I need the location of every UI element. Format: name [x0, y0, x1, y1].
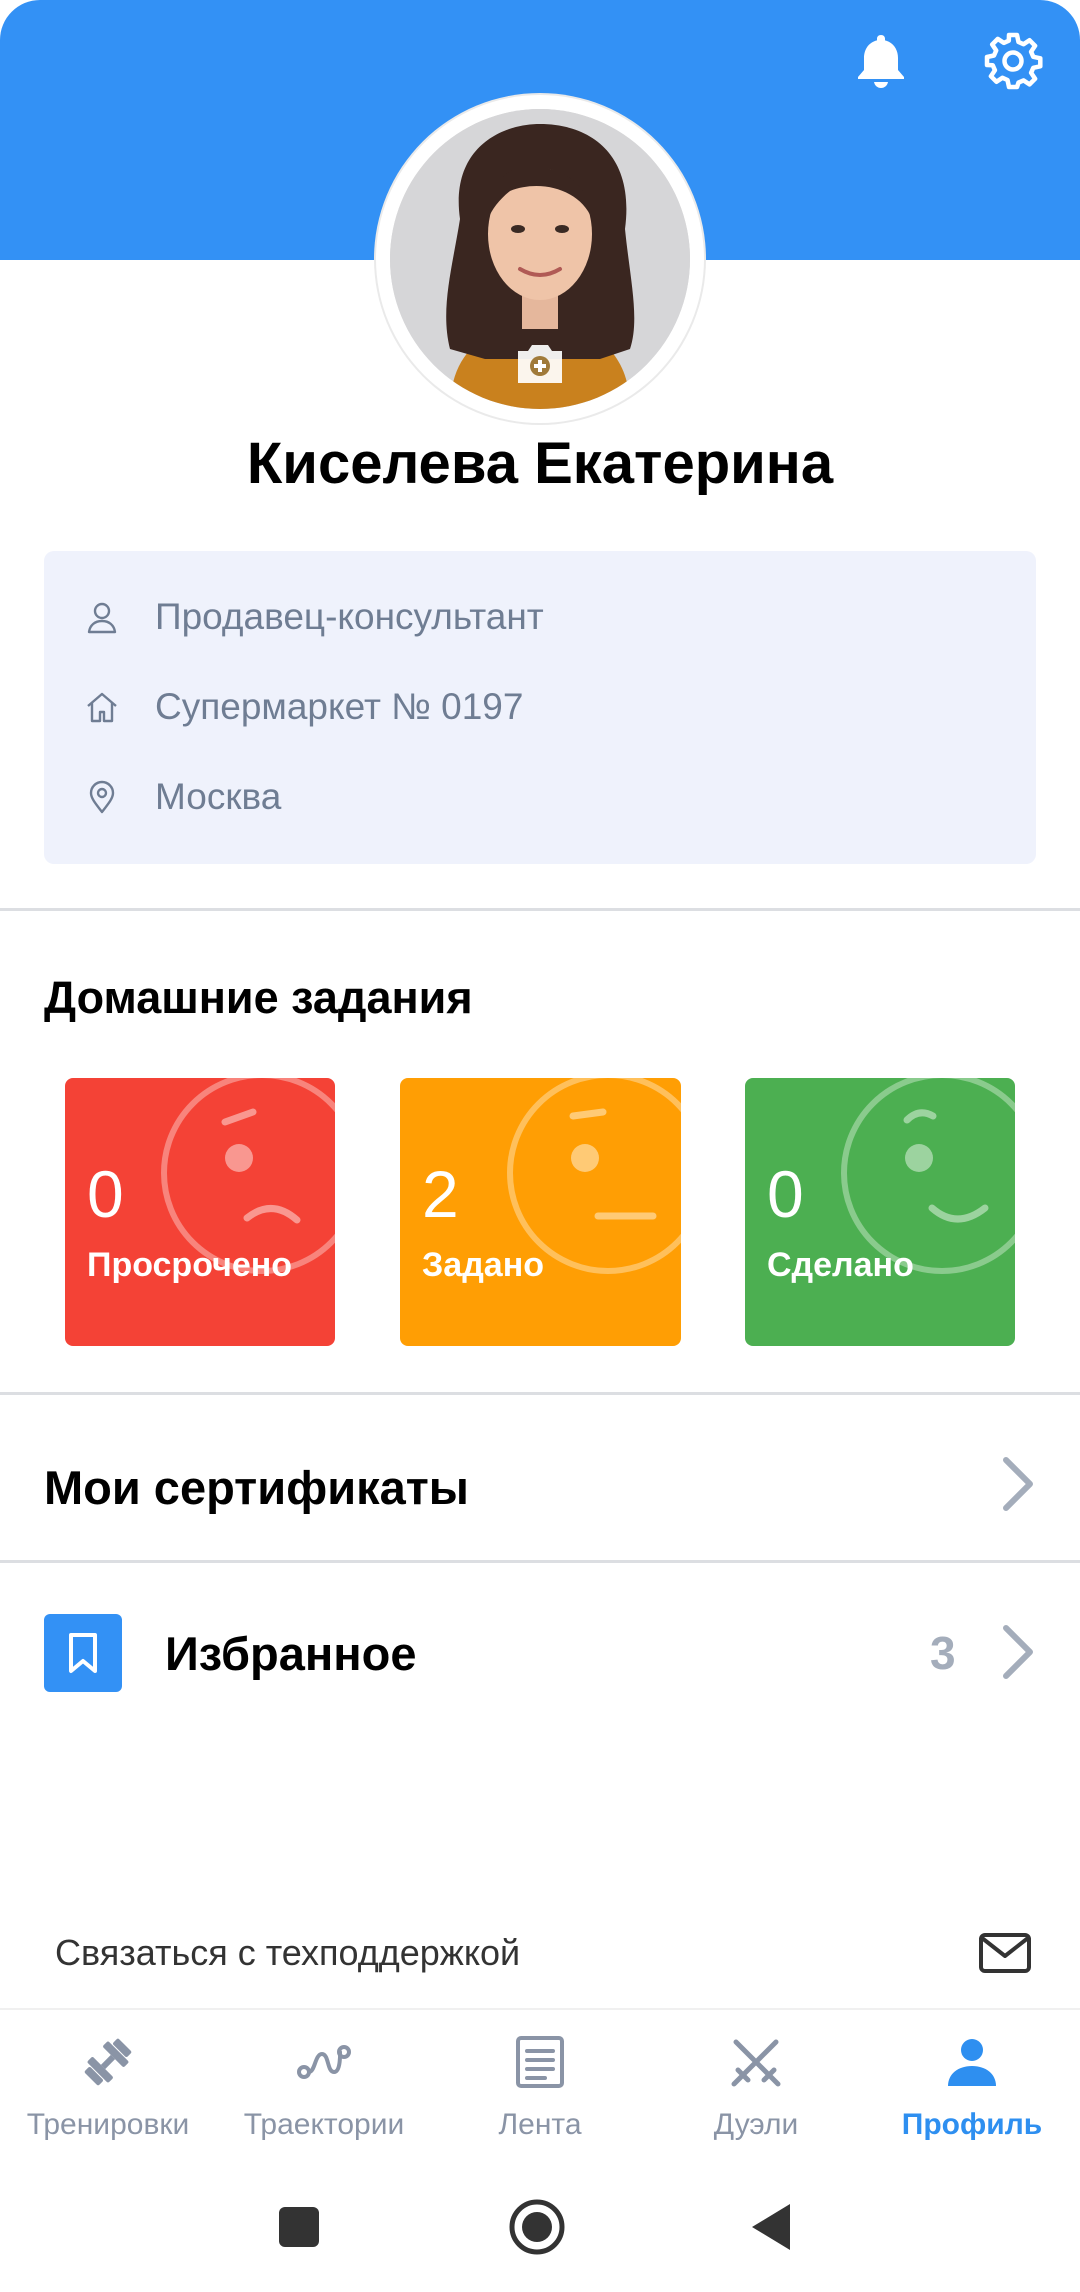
- favorites-title: Избранное: [165, 1627, 417, 1680]
- tile-done[interactable]: 0 Сделано: [745, 1078, 1015, 1346]
- support-row[interactable]: Связаться с техподдержкой: [0, 1920, 1080, 1990]
- notifications-button[interactable]: [848, 28, 914, 94]
- divider: [0, 1560, 1080, 1563]
- gear-icon: [984, 32, 1043, 90]
- dumbbell-icon: [84, 2038, 132, 2086]
- feed-icon: [516, 2036, 564, 2088]
- divider: [0, 1392, 1080, 1395]
- nav-label: Лента: [498, 2108, 582, 2141]
- nav-duels[interactable]: Дуэли: [648, 2010, 864, 2150]
- avatar-ring: [376, 95, 704, 423]
- info-city-row: Москва: [44, 767, 1036, 827]
- position-text: Продавец-консультант: [155, 596, 544, 637]
- overdue-label: Просрочено: [87, 1246, 293, 1284]
- store-text: Супермаркет № 0197: [155, 686, 524, 727]
- favorites-count: 3: [930, 1627, 956, 1679]
- divider: [0, 908, 1080, 911]
- info-store-row: Супермаркет № 0197: [44, 677, 1036, 737]
- nav-trainings[interactable]: Тренировки: [0, 2010, 216, 2150]
- home-circle-icon[interactable]: [508, 2198, 566, 2256]
- system-nav-bar: [0, 2160, 1080, 2292]
- assigned-count: 2: [422, 1157, 459, 1231]
- location-pin-icon: [89, 780, 115, 814]
- certificates-row[interactable]: Мои сертификаты: [0, 1410, 1080, 1560]
- route-icon: [297, 2045, 351, 2079]
- tile-assigned[interactable]: 2 Задано: [400, 1078, 681, 1346]
- profile-icon: [948, 2039, 996, 2086]
- tile-overdue[interactable]: 0 Просрочено: [65, 1078, 335, 1346]
- nav-profile[interactable]: Профиль: [864, 2010, 1080, 2150]
- swords-icon: [731, 2039, 781, 2087]
- done-label: Сделано: [767, 1246, 914, 1284]
- nav-trajectories[interactable]: Траектории: [216, 2010, 432, 2150]
- nav-label: Профиль: [901, 2108, 1043, 2141]
- certificates-title: Мои сертификаты: [44, 1461, 469, 1514]
- info-position-row: Продавец-консультант: [44, 587, 1036, 647]
- settings-button[interactable]: [980, 28, 1046, 94]
- done-count: 0: [767, 1157, 804, 1231]
- assigned-label: Задано: [422, 1246, 545, 1284]
- homework-title: Домашние задания: [44, 972, 473, 1023]
- city-text: Москва: [155, 776, 282, 817]
- camera-plus-icon[interactable]: [514, 341, 566, 385]
- bottom-nav: Тренировки Траектории Лента Дуэли Профил…: [0, 2008, 1080, 2150]
- person-icon: [87, 602, 117, 634]
- support-label: Связаться с техподдержкой: [55, 1932, 521, 1973]
- chevron-right-icon: [1003, 1457, 1033, 1511]
- mail-icon: [979, 1933, 1031, 1973]
- home-icon: [87, 692, 117, 723]
- nav-label: Тренировки: [26, 2108, 190, 2141]
- back-icon[interactable]: [750, 2202, 792, 2252]
- bell-icon: [858, 35, 904, 88]
- nav-label: Траектории: [243, 2108, 405, 2141]
- profile-info-card: Продавец-консультант Супермаркет № 0197 …: [44, 551, 1036, 864]
- favorites-row[interactable]: Избранное: [0, 1578, 1080, 1728]
- chevron-right-icon: [1003, 1625, 1033, 1679]
- profile-name: Киселева Екатерина: [246, 431, 834, 496]
- overdue-count: 0: [87, 1157, 124, 1231]
- nav-feed[interactable]: Лента: [432, 2010, 648, 2150]
- nav-label: Дуэли: [713, 2108, 799, 2141]
- recent-apps-icon[interactable]: [278, 2206, 320, 2248]
